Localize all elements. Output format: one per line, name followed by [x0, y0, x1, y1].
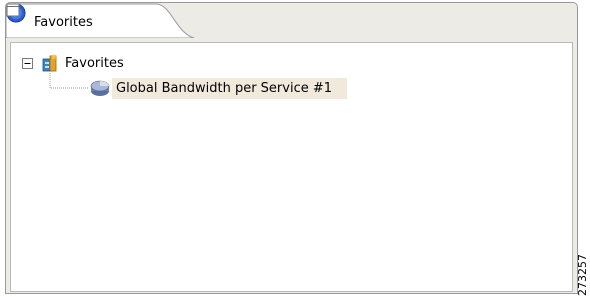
favorites-folder-icon — [42, 54, 57, 72]
collapse-minus-icon[interactable] — [22, 58, 33, 69]
report-cylinder-icon — [90, 80, 110, 96]
tab-strip: Favorites — [6, 3, 577, 38]
maximize-icon[interactable] — [6, 3, 20, 17]
favorites-view: Favorites Favorites Global Bandwidth per… — [5, 2, 578, 294]
figure-id-label: 273257 — [576, 254, 589, 296]
tree-root-label[interactable]: Favorites — [65, 56, 124, 71]
tab-label: Favorites — [34, 15, 93, 30]
tree-item-label: Global Bandwidth per Service #1 — [116, 81, 333, 96]
tree-panel[interactable]: Favorites Global Bandwidth per Service #… — [10, 42, 573, 292]
tree-item-global-bandwidth[interactable]: Global Bandwidth per Service #1 — [112, 78, 347, 99]
